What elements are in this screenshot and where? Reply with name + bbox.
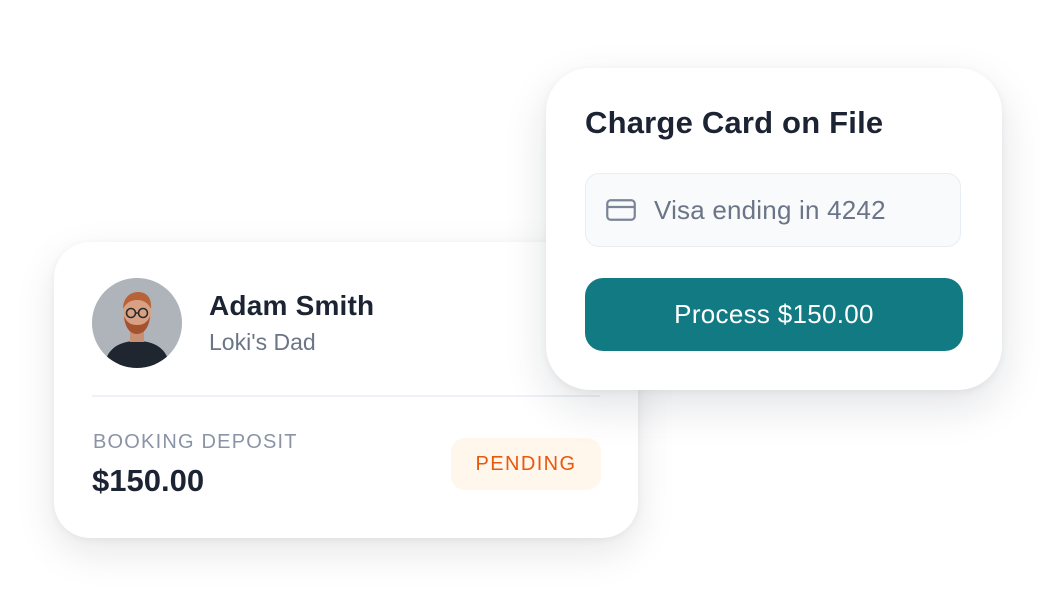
avatar [92,278,182,368]
client-name: Adam Smith [209,290,375,321]
divider [92,395,600,397]
deposit-amount: $150.00 [92,463,205,498]
deposit-label: BOOKING DEPOSIT [93,431,298,453]
status-badge: PENDING [451,438,601,490]
charge-card-panel: Charge Card on File Visa ending in 4242 … [546,68,1002,390]
card-on-file-text: Visa ending in 4242 [654,194,886,225]
avatar-image [92,278,182,368]
client-header: Adam Smith Loki's Dad [92,278,374,368]
client-relation: Loki's Dad [209,329,316,355]
charge-card-title: Charge Card on File [585,105,884,140]
process-payment-button[interactable]: Process $150.00 [585,278,963,351]
credit-card-icon [606,199,636,221]
client-info: Adam Smith Loki's Dad [209,289,374,357]
card-on-file-field[interactable]: Visa ending in 4242 [585,173,961,247]
